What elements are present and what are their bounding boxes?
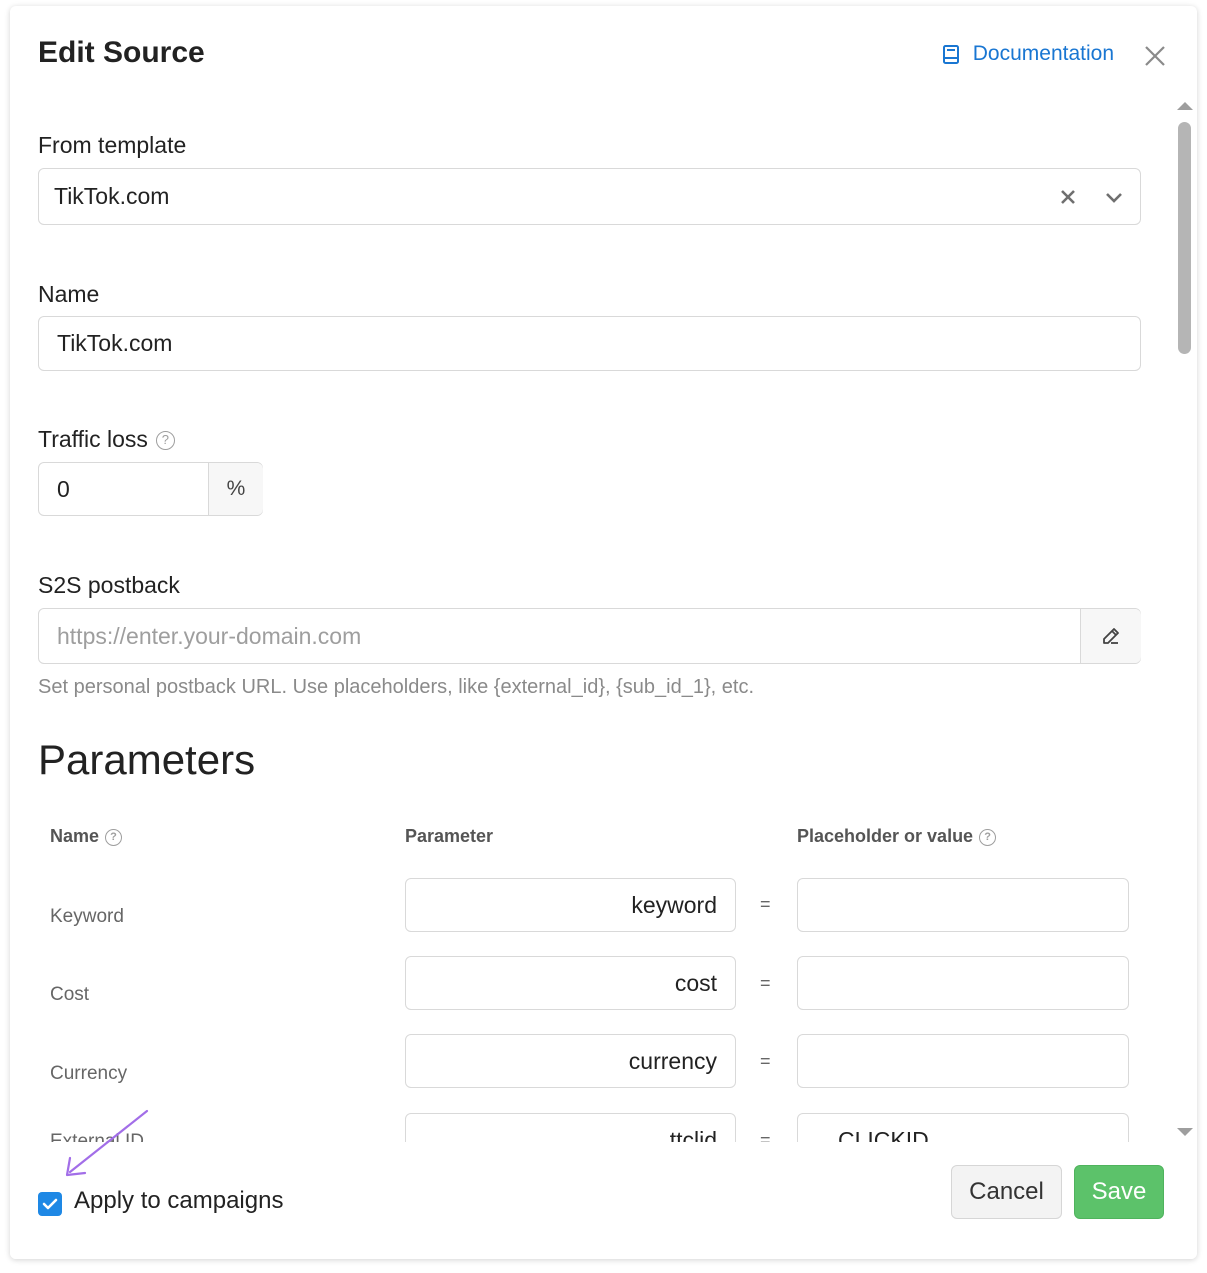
apply-to-campaigns-checkbox[interactable] [38,1192,62,1216]
row-name-keyword: Keyword [50,906,124,927]
row-name-external-id: External ID [50,1131,144,1142]
parameter-input-cost[interactable]: cost [405,956,736,1010]
parameters-title: Parameters [38,736,256,783]
traffic-loss-label-text: Traffic loss [38,426,148,452]
postback-input[interactable]: https://enter.your-domain.com [38,608,1141,664]
column-parameter-header: Parameter [405,826,494,846]
clear-icon[interactable] [1060,189,1076,205]
column-name-header: Name? [50,826,123,847]
scroll-down-arrow-icon[interactable] [1177,1128,1193,1136]
edit-icon [1103,628,1119,644]
percent-addon: % [208,463,263,515]
traffic-loss-label: Traffic loss? [38,426,175,453]
value-input-external-id[interactable]: CLICKID [797,1113,1129,1142]
edit-source-modal: Edit Source Documentation From template … [10,6,1197,1259]
parameter-value: ttclid [669,1127,717,1142]
postback-hint: Set personal postback URL. Use placehold… [38,676,754,698]
chevron-down-icon[interactable] [1104,190,1124,204]
parameter-input-keyword[interactable]: keyword [405,878,736,932]
edit-postback-button[interactable] [1080,609,1141,663]
checkmark-icon [42,1198,58,1210]
help-icon[interactable]: ? [105,828,123,846]
row-name-cost: Cost [50,984,90,1005]
column-name-text: Name [50,826,100,846]
close-icon[interactable] [1143,44,1167,68]
scroll-up-arrow-icon[interactable] [1177,102,1193,110]
parameter-value: cost [674,970,717,996]
postback-label: S2S postback [38,572,180,598]
save-button[interactable]: Save [1074,1165,1164,1219]
name-label: Name [38,281,100,307]
postback-placeholder: https://enter.your-domain.com [57,623,362,649]
equals-sign: = [760,973,771,993]
cancel-button[interactable]: Cancel [951,1165,1062,1219]
template-value: TikTok.com [54,183,170,209]
book-icon [942,44,959,64]
column-value-header: Placeholder or value? [797,826,997,847]
equals-sign: = [760,1130,771,1142]
help-icon[interactable]: ? [979,828,997,846]
parameter-input-external-id[interactable]: ttclid [405,1113,736,1142]
value-input-keyword[interactable] [797,878,1129,932]
traffic-loss-value: 0 [57,476,70,502]
placeholder-value: CLICKID [838,1127,929,1142]
modal-title: Edit Source [38,36,205,69]
row-name-currency: Currency [50,1063,128,1084]
help-icon[interactable]: ? [155,431,175,451]
documentation-label: Documentation [972,42,1114,65]
value-input-cost[interactable] [797,956,1129,1010]
parameter-input-currency[interactable]: currency [405,1034,736,1088]
name-value: TikTok.com [57,330,173,356]
traffic-loss-input[interactable]: 0 % [38,462,263,516]
apply-to-campaigns-label[interactable]: Apply to campaigns [74,1187,283,1215]
template-label: From template [38,132,187,158]
column-value-text: Placeholder or value [797,826,974,846]
form-scroll-area[interactable]: From template TikTok.com Name TikTok.com [10,96,1197,1142]
parameter-value: keyword [631,892,717,918]
template-select[interactable]: TikTok.com [38,168,1141,225]
equals-sign: = [760,894,771,914]
equals-sign: = [760,1051,771,1071]
value-input-currency[interactable] [797,1034,1129,1088]
documentation-link[interactable]: Documentation [942,42,1114,66]
modal-header: Edit Source Documentation [10,6,1197,96]
scroll-thumb[interactable] [1178,122,1191,354]
name-input[interactable]: TikTok.com [38,316,1141,371]
modal-footer: Apply to campaigns Cancel Save [10,1142,1197,1259]
scrollbar[interactable] [1175,96,1197,1142]
parameter-value: currency [628,1048,717,1074]
